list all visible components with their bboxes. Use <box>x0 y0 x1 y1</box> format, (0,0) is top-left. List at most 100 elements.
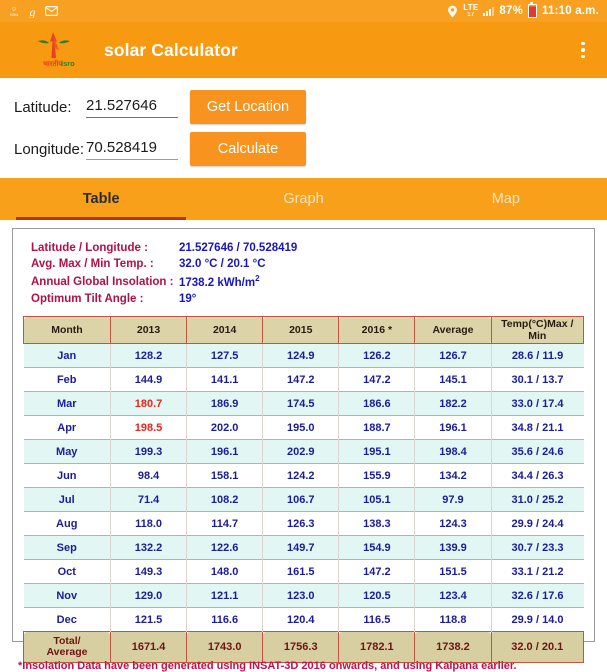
cell-month: Oct <box>23 559 111 584</box>
table-row: Apr 198.5 202.0 195.0 188.7 196.1 34.8 / 21.1 <box>23 415 584 440</box>
overflow-menu-icon[interactable] <box>571 33 595 67</box>
cell-v2016: 195.1 <box>338 439 416 464</box>
cell-temp: 30.7 / 23.3 <box>491 535 584 560</box>
tab-table[interactable]: Table <box>0 178 202 220</box>
location-summary: Latitude / Longitude : 21.527646 / 70.52… <box>31 240 584 307</box>
cell-v2014: 121.1 <box>186 583 264 608</box>
battery-percent-label: 87% <box>499 5 524 17</box>
cell-v2014: 141.1 <box>186 367 264 392</box>
summary-value-tilt: 19° <box>179 292 197 305</box>
cell-avg: 126.7 <box>414 343 492 368</box>
cell-month: Jul <box>23 487 111 512</box>
summary-label-temp: Avg. Max / Min Temp. : <box>31 258 154 271</box>
insolation-table: Month 2013 2014 2015 2016 * Average Temp… <box>23 316 585 664</box>
data-usage-icon: 0 KB/s <box>8 5 20 17</box>
cell-v2016: 186.6 <box>338 391 416 416</box>
cell-month: Mar <box>23 391 111 416</box>
network-type-label: LTE 17 <box>463 3 479 19</box>
cell-avg: 97.9 <box>414 487 492 512</box>
cell-v2014: 127.5 <box>186 343 264 368</box>
cell-temp: 34.8 / 21.1 <box>491 415 584 440</box>
location-pin-icon <box>447 5 458 18</box>
signal-bars-icon <box>483 6 495 16</box>
col-header-temp: Temp(°C)Max / Min <box>490 316 585 345</box>
table-body: Jan 128.2 127.5 124.9 126.2 126.7 28.6 / 11.9 F… <box>23 343 585 664</box>
cell-v2015: 195.0 <box>262 415 340 440</box>
tab-map[interactable]: Map <box>405 178 607 220</box>
cell-avg: 124.3 <box>414 511 492 536</box>
cell-v2016: 155.9 <box>338 463 416 488</box>
page-title: solar Calculator <box>104 39 238 60</box>
results-card: Latitude / Longitude : 21.527646 / 70.52… <box>12 228 595 664</box>
longitude-row: Longitude: 70.528419 Calculate <box>14 130 607 168</box>
latitude-input[interactable]: 21.527646 <box>86 97 178 118</box>
summary-row-latlon: Latitude / Longitude : 21.527646 / 70.52… <box>31 240 584 256</box>
status-bar: 0 KB/s g LTE 17 87% 11:10 a.m. <box>0 0 607 22</box>
cell-v2015: 106.7 <box>262 487 340 512</box>
cell-month: Apr <box>23 415 111 440</box>
cell-v2016: 138.3 <box>338 511 416 536</box>
table-row: May 199.3 196.1 202.9 195.1 198.4 35.6 / 24.6 <box>23 439 584 464</box>
summary-row-insolation: Annual Global Insolation : 1738.2 kWh/m2 <box>31 273 584 291</box>
summary-value-latlon: 21.527646 / 70.528419 <box>179 242 298 254</box>
cell-v2013: 129.0 <box>110 583 188 608</box>
cell-v2014: 186.9 <box>186 391 264 416</box>
calculate-button[interactable]: Calculate <box>190 132 306 166</box>
cell-v2016: 147.2 <box>338 367 416 392</box>
table-row: Nov 129.0 121.1 123.0 120.5 123.4 32.6 / 17.6 <box>23 583 584 608</box>
cell-v2015: 202.9 <box>262 439 340 464</box>
cell-v2016: 188.7 <box>338 415 416 440</box>
cell-avg: 198.4 <box>414 439 492 464</box>
cell-total-temp: 32.0 / 20.1 <box>490 631 585 664</box>
cell-temp: 29.9 / 14.0 <box>491 607 584 632</box>
cell-v2015: 174.5 <box>262 391 340 416</box>
cell-v2016: 126.2 <box>338 343 416 368</box>
cell-v2016: 105.1 <box>338 487 416 512</box>
cell-v2015: 123.0 <box>262 583 340 608</box>
cell-total-v2013: 1671.4 <box>109 631 188 664</box>
cell-total-v2014: 1743.0 <box>186 631 264 664</box>
cell-v2016: 154.9 <box>338 535 416 560</box>
cell-v2013: 132.2 <box>110 535 188 560</box>
latitude-row: Latitude: 21.527646 Get Location <box>14 88 607 126</box>
cell-v2014: 114.7 <box>186 511 264 536</box>
cell-total-v2016: 1782.1 <box>338 631 416 664</box>
summary-row-temp: Avg. Max / Min Temp. : 32.0 °C / 20.1 °C <box>31 256 584 272</box>
cell-month: May <box>23 439 111 464</box>
cell-v2015: 120.4 <box>262 607 340 632</box>
table-footnote: *Insolation Data have been generated usi… <box>18 660 517 672</box>
coordinate-input-panel: Latitude: 21.527646 Get Location Longitu… <box>0 78 607 178</box>
table-header: Month 2013 2014 2015 2016 * Average Temp… <box>23 316 585 345</box>
get-location-button[interactable]: Get Location <box>190 90 306 124</box>
cell-v2013: 128.2 <box>110 343 188 368</box>
table-row: Mar 180.7 186.9 174.5 186.6 182.2 33.0 / 17.4 <box>23 391 584 416</box>
table-row: Aug 118.0 114.7 126.3 138.3 124.3 29.9 / 24.4 <box>23 511 584 536</box>
summary-label-latlon: Latitude / Longitude : <box>31 242 148 254</box>
cell-avg: 139.9 <box>414 535 492 560</box>
cell-temp: 31.0 / 25.2 <box>491 487 584 512</box>
cell-temp: 33.1 / 21.2 <box>491 559 584 584</box>
cell-total-avg: 1738.2 <box>414 631 492 664</box>
summary-value-temp: 32.0 °C / 20.1 °C <box>179 258 266 271</box>
cell-month: Nov <box>23 583 111 608</box>
cell-month: Dec <box>23 607 111 632</box>
summary-row-tilt: Optimum Tilt Angle : 19° <box>31 291 584 307</box>
cell-v2014: 116.6 <box>186 607 264 632</box>
tab-graph[interactable]: Graph <box>202 178 404 220</box>
cell-v2014: 202.0 <box>186 415 264 440</box>
cell-v2013: 144.9 <box>110 367 188 392</box>
table-row: Feb 144.9 141.1 147.2 147.2 145.1 30.1 / 13.7 <box>23 367 584 392</box>
cell-avg: 134.2 <box>414 463 492 488</box>
app-bar: भारतीय isro solar Calculator <box>0 22 607 78</box>
cell-avg: 196.1 <box>414 415 492 440</box>
cell-month: Jun <box>23 463 111 488</box>
latitude-label: Latitude: <box>14 98 72 116</box>
isro-logo-icon: भारतीय isro <box>26 28 82 72</box>
cell-v2015: 126.3 <box>262 511 340 536</box>
longitude-input[interactable]: 70.528419 <box>86 139 178 160</box>
app-notification-icon: g <box>27 5 38 19</box>
table-row: Dec 121.5 116.6 120.4 116.5 118.8 29.9 / 14.0 <box>23 607 584 632</box>
cell-v2014: 148.0 <box>186 559 264 584</box>
cell-v2014: 158.1 <box>186 463 264 488</box>
cell-month: Feb <box>23 367 111 392</box>
